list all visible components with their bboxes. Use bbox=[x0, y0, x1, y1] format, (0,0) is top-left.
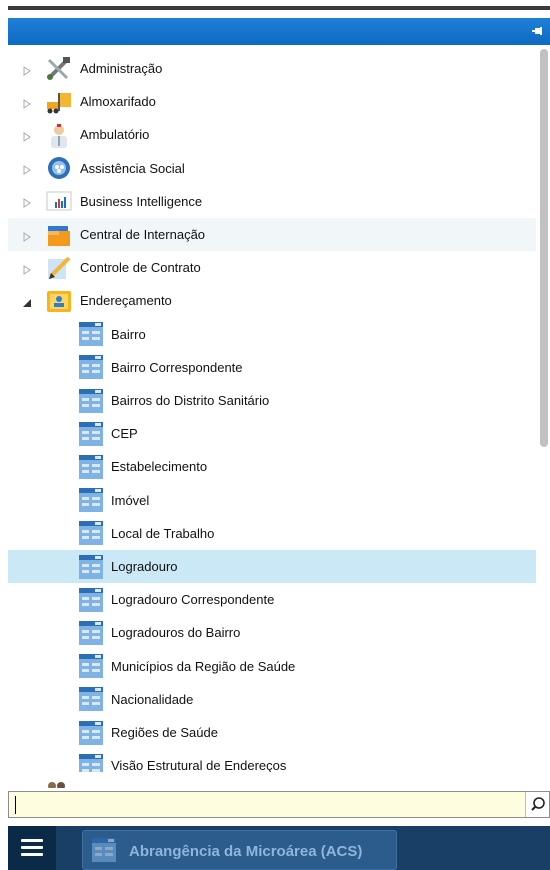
tree-node[interactable]: Ambulatório bbox=[8, 118, 536, 151]
tree-node-label: Business Intelligence bbox=[80, 193, 203, 209]
bar-chart-icon bbox=[45, 188, 73, 214]
form-icon bbox=[78, 487, 104, 513]
tree-leaf-label: Visão Estrutural de Endereços bbox=[111, 758, 287, 772]
tree-leaf[interactable]: Imóvel bbox=[8, 484, 536, 517]
form-icon bbox=[78, 587, 104, 613]
tree-leaf[interactable]: Logradouros do Bairro bbox=[8, 616, 536, 649]
tree-leaf[interactable]: Regiões de Saúde bbox=[8, 716, 536, 749]
tree-node[interactable]: Business Intelligence bbox=[8, 185, 536, 218]
doctor-icon bbox=[45, 122, 73, 148]
form-icon bbox=[78, 454, 104, 480]
collapsed-arrow-icon[interactable] bbox=[22, 230, 32, 242]
tree-leaf-label: Regiões de Saúde bbox=[111, 725, 218, 740]
tree-leaf-label: Logradouro bbox=[111, 559, 178, 574]
address-map-icon bbox=[45, 288, 73, 314]
search-input[interactable] bbox=[15, 795, 515, 814]
tree-node-label: Almoxarifado bbox=[80, 94, 156, 110]
tree-node-label: Administração bbox=[80, 61, 163, 76]
form-icon bbox=[78, 554, 104, 580]
form-icon bbox=[78, 421, 104, 447]
tree-leaf[interactable]: Nacionalidade bbox=[8, 683, 536, 716]
tree-leaf[interactable]: CEP bbox=[8, 417, 536, 450]
form-icon bbox=[78, 321, 104, 347]
search-icon bbox=[531, 797, 545, 811]
tree-leaf[interactable]: Municípios da Região de Saúde bbox=[8, 650, 536, 683]
tree-leaf[interactable]: Visão Estrutural de Endereços bbox=[8, 749, 536, 772]
main-menu-button[interactable] bbox=[8, 826, 56, 870]
form-icon bbox=[78, 753, 104, 772]
tree-node[interactable]: Administração bbox=[8, 52, 536, 85]
tree-leaf-label: Imóvel bbox=[111, 492, 150, 508]
tree-leaf[interactable]: Bairro bbox=[8, 318, 536, 351]
tree-leaf-label: Estabelecimento bbox=[111, 459, 208, 475]
form-icon bbox=[78, 520, 104, 546]
pencil-icon bbox=[45, 255, 73, 281]
search-button[interactable] bbox=[525, 792, 549, 817]
tree-leaf[interactable]: Bairros do Distrito Sanitário bbox=[8, 384, 536, 417]
form-icon bbox=[92, 838, 116, 862]
form-icon bbox=[78, 653, 104, 679]
tree-leaf-label: Logradouros do Bairro bbox=[111, 625, 241, 641]
tree-node-label: Ambulatório bbox=[80, 127, 150, 143]
tree-leaf-label: Nacionalidade bbox=[111, 691, 194, 707]
collapsed-arrow-icon[interactable] bbox=[22, 130, 32, 142]
tree-leaf[interactable]: Bairro Correspondente bbox=[8, 351, 536, 384]
collapsed-arrow-icon[interactable] bbox=[22, 263, 32, 275]
tree-node[interactable]: Almoxarifado bbox=[8, 85, 536, 118]
tree-leaf-label: Logradouro Correspondente bbox=[111, 592, 275, 608]
tree-node[interactable]: Controle de Contrato bbox=[8, 251, 536, 284]
tree-leaf-label: Municípios da Região de Saúde bbox=[111, 658, 296, 674]
tree-node-label: Central de Internação bbox=[80, 227, 206, 242]
collapsed-arrow-icon[interactable] bbox=[22, 97, 32, 109]
form-icon bbox=[78, 354, 104, 380]
collapsed-arrow-icon[interactable] bbox=[22, 196, 32, 209]
taskbar-item[interactable]: Abrangência da Microárea (ACS) bbox=[82, 830, 397, 870]
tree-node[interactable]: Endereçamento bbox=[8, 284, 536, 317]
form-icon bbox=[78, 388, 104, 414]
pin-icon[interactable] bbox=[532, 25, 544, 37]
window-top-edge bbox=[0, 0, 550, 10]
collapsed-arrow-icon[interactable] bbox=[22, 64, 32, 76]
forklift-icon bbox=[45, 89, 73, 115]
folders-icon bbox=[45, 222, 73, 248]
collapsed-arrow-icon[interactable] bbox=[22, 163, 32, 176]
tree-leaf-label: CEP bbox=[111, 426, 138, 442]
scrollbar-thumb[interactable] bbox=[540, 49, 548, 447]
taskbar: Abrangência da Microárea (ACS) bbox=[8, 826, 550, 870]
tree-leaf-label: Bairro bbox=[111, 326, 146, 342]
tree-node-label: Assistência Social bbox=[80, 160, 185, 176]
tree-node-label: Controle de Contrato bbox=[80, 260, 201, 276]
tree-leaf[interactable]: Local de Trabalho bbox=[8, 517, 536, 550]
form-icon bbox=[78, 686, 104, 712]
expanded-arrow-icon[interactable] bbox=[22, 296, 32, 307]
menu-tree: Administração Almoxarifado Ambulatório Assi… bbox=[8, 52, 538, 772]
menu-panel-header bbox=[8, 18, 550, 45]
tree-leaf-label: Local de Trabalho bbox=[111, 525, 215, 541]
tree-leaf[interactable]: Logradouro Correspondente bbox=[8, 583, 536, 616]
globe-icon bbox=[45, 155, 73, 181]
tree-node[interactable]: Central de Internação bbox=[8, 218, 536, 251]
tree-scrollbar[interactable] bbox=[538, 45, 550, 772]
tree-leaf[interactable]: Estabelecimento bbox=[8, 450, 536, 483]
tree-node-label: Endereçamento bbox=[80, 293, 172, 309]
tree-leaf-label: Bairro Correspondente bbox=[111, 359, 243, 375]
tree-leaf[interactable]: Logradouro bbox=[8, 550, 536, 583]
tree-leaf-label: Bairros do Distrito Sanitário bbox=[111, 393, 270, 408]
search-box bbox=[8, 791, 550, 818]
tree-node[interactable]: Assistência Social bbox=[8, 152, 536, 185]
form-icon bbox=[78, 720, 104, 746]
taskbar-item-label: Abrangência da Microárea (ACS) bbox=[129, 843, 363, 860]
tools-icon bbox=[45, 56, 73, 82]
form-icon bbox=[78, 620, 104, 646]
cut-off-icon bbox=[44, 778, 70, 788]
